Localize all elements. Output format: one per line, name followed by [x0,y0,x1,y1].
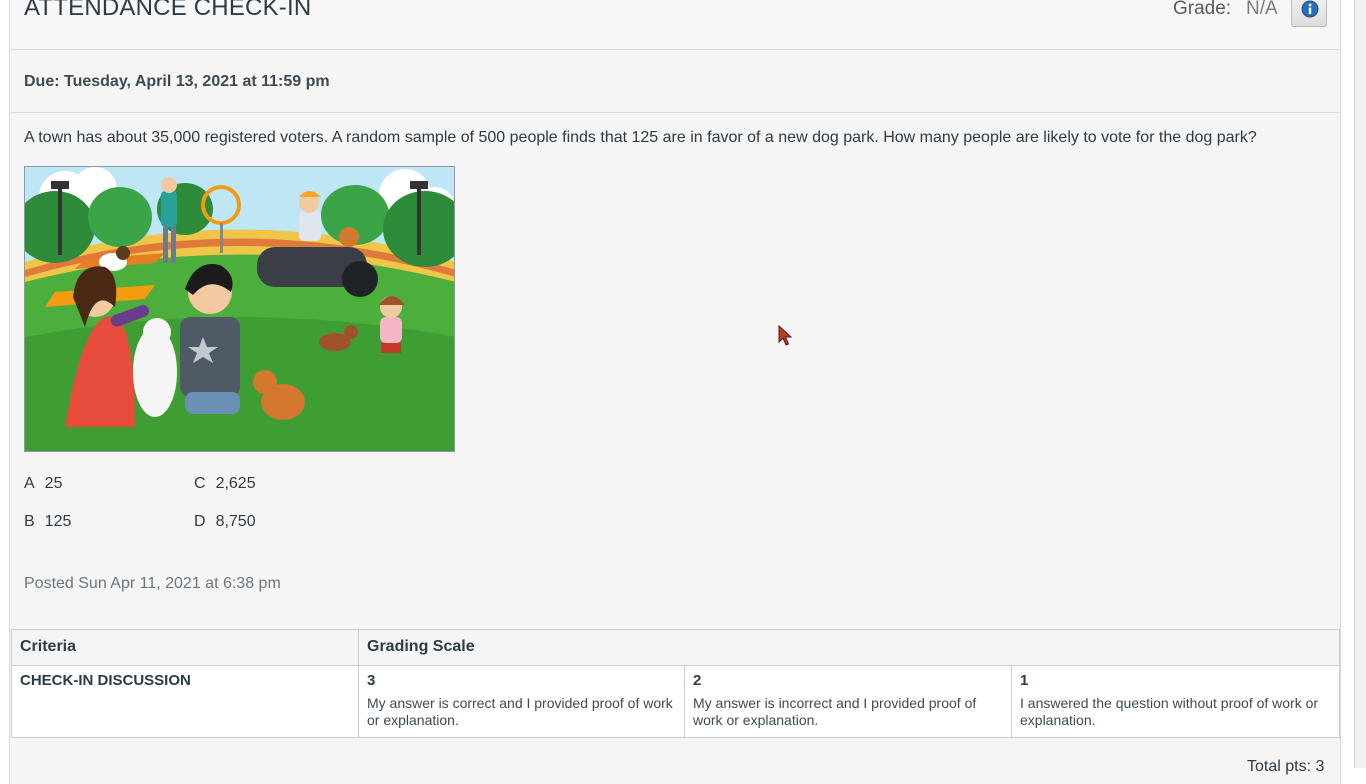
choice-letter: C [194,475,206,492]
rubric-rating-cell: 1 I answered the question without proof … [1011,665,1340,738]
question-text: A town has about 35,000 registered voter… [24,129,1257,146]
rubric-total-points: Total pts: 3 [1247,758,1325,775]
info-icon [1301,0,1319,18]
choice-d: D 8,750 [194,513,256,531]
choice-c: C 2,625 [194,475,256,493]
choice-b: B 125 [24,513,71,531]
rubric-rating-cell: 3 My answer is correct and I provided pr… [358,665,685,738]
choice-value: 2,625 [215,475,256,492]
rubric-header-criteria: Criteria [11,629,359,666]
choice-letter: D [194,513,206,530]
choice-letter: B [24,513,35,530]
rating-points: 3 [367,672,376,689]
grade-value: N/A [1246,0,1278,19]
dog-park-image [25,167,454,451]
rubric-header-grading-scale: Grading Scale [358,629,1340,666]
assignment-panel: ATTENDANCE CHECK-IN Grade: N/A Due: Tues… [9,0,1341,784]
rating-description: My answer is correct and I provided proo… [367,695,673,728]
choice-value: 25 [44,475,63,492]
rubric-header-row: Criteria Grading Scale [11,629,1340,666]
dog-park-illustration [24,166,455,452]
mouse-cursor-icon [778,325,792,346]
assignment-header: ATTENDANCE CHECK-IN Grade: N/A [10,0,1340,50]
rubric-criterion-row: CHECK-IN DISCUSSION 3 My answer is corre… [11,665,1340,738]
rating-description: I answered the question without proof of… [1020,695,1319,728]
page-scrollbar[interactable] [1354,0,1366,768]
choice-value: 125 [44,513,72,530]
choice-a: A 25 [24,475,62,493]
rubric-rating-cell: 2 My answer is incorrect and I provided … [684,665,1012,738]
rating-points: 2 [693,672,702,689]
grade-info-button[interactable] [1291,0,1327,27]
rating-points: 1 [1020,672,1029,689]
criterion-name: CHECK-IN DISCUSSION [20,672,191,689]
posted-date: Posted Sun Apr 11, 2021 at 6:38 pm [24,575,281,592]
choice-letter: A [24,475,35,492]
due-date: Due: Tuesday, April 13, 2021 at 11:59 pm [24,73,330,90]
choice-value: 8,750 [215,513,256,530]
rubric-criterion-cell: CHECK-IN DISCUSSION [11,665,359,738]
due-date-row: Due: Tuesday, April 13, 2021 at 11:59 pm [10,50,1340,113]
rating-description: My answer is incorrect and I provided pr… [693,695,977,728]
assignment-title: ATTENDANCE CHECK-IN [24,0,312,21]
grade-label: Grade: [1173,0,1232,19]
rubric-table: Criteria Grading Scale CHECK-IN DISCUSSI… [11,629,1340,738]
